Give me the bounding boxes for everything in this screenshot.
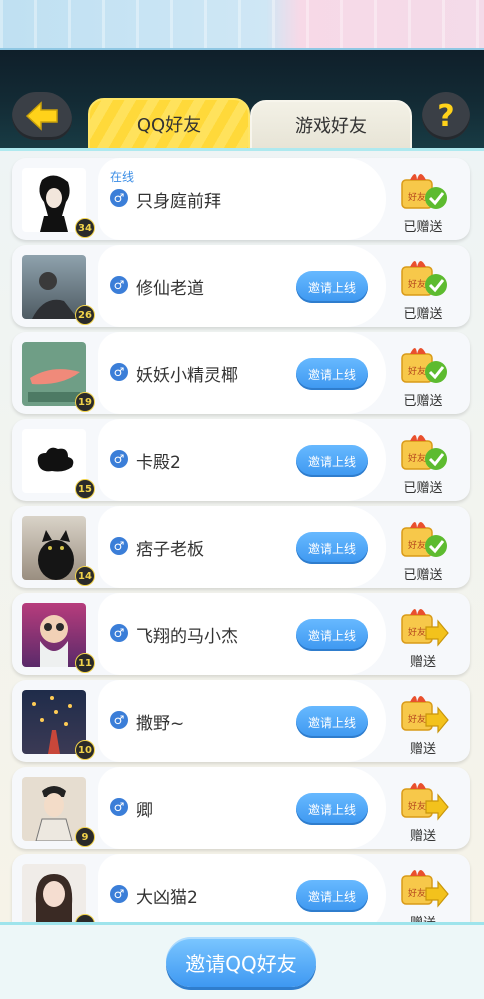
friend-row: 10 ♂ 撒野~ 邀请上线 好友 赠送 <box>12 680 470 762</box>
help-icon: ? <box>437 98 455 134</box>
svg-text:好友: 好友 <box>408 713 426 725</box>
invite-online-button[interactable]: 邀请上线 <box>296 358 368 390</box>
friend-name: 撒野~ <box>136 714 185 734</box>
gift-label[interactable]: 赠送 <box>388 651 458 670</box>
invite-online-button[interactable]: 邀请上线 <box>296 619 368 651</box>
male-icon: ♂ <box>110 189 128 207</box>
level-badge: 15 <box>75 479 95 499</box>
top-banner <box>0 0 484 50</box>
back-arrow-icon <box>25 101 58 131</box>
friend-row: 15 ♂ 卡殿2 邀请上线 好友 已赠送 <box>12 419 470 501</box>
back-button[interactable] <box>12 92 72 140</box>
male-icon: ♂ <box>110 798 128 816</box>
invite-online-button[interactable]: 邀请上线 <box>296 445 368 477</box>
svg-text:好友: 好友 <box>408 278 426 290</box>
help-button[interactable]: ? <box>422 92 470 140</box>
level-badge: 14 <box>75 566 95 586</box>
tab-game-friends-label: 游戏好友 <box>295 116 367 137</box>
invite-online-button[interactable]: 邀请上线 <box>296 532 368 564</box>
friend-name: 飞翔的马小杰 <box>136 627 238 647</box>
gift-label: 已赠送 <box>403 220 443 235</box>
online-status: 在线 <box>110 170 135 184</box>
gift-label[interactable]: 赠送 <box>388 738 458 757</box>
friend-name: 修仙老道 <box>136 279 204 299</box>
avatar <box>22 864 86 925</box>
invite-online-button[interactable]: 邀请上线 <box>296 271 368 303</box>
gift-send-icon[interactable]: 好友 <box>396 690 450 734</box>
gift-sent-icon: 好友 <box>401 261 447 296</box>
svg-text:好友: 好友 <box>408 452 426 464</box>
level-badge: 34 <box>75 218 95 238</box>
tab-game-friends[interactable]: 游戏好友 <box>250 100 412 150</box>
friend-row: 26 ♂ 修仙老道 邀请上线 好友 已赠送 <box>12 245 470 327</box>
svg-text:好友: 好友 <box>408 191 426 203</box>
invite-online-button[interactable]: 邀请上线 <box>296 793 368 825</box>
svg-text:好友: 好友 <box>408 626 426 638</box>
svg-text:好友: 好友 <box>408 365 426 377</box>
gift-label[interactable]: 赠送 <box>388 825 458 844</box>
friend-name: 大凶猫2 <box>136 888 198 908</box>
tab-qq-friends[interactable]: QQ好友 <box>88 98 250 150</box>
friend-name: 卿 <box>136 801 153 821</box>
invite-online-button[interactable]: 邀请上线 <box>296 706 368 738</box>
invite-online-button[interactable]: 邀请上线 <box>296 880 368 912</box>
svg-text:好友: 好友 <box>408 887 426 899</box>
male-icon: ♂ <box>110 363 128 381</box>
invite-qq-friends-button[interactable]: 邀请QQ好友 <box>166 937 316 987</box>
friend-row: 34 在线 ♂ 只身庭前拜 好友 已赠送 <box>12 158 470 240</box>
friend-name: 只身庭前拜 <box>136 192 221 212</box>
gift-sent-icon: 好友 <box>401 174 447 209</box>
gift-label: 已赠送 <box>403 568 443 583</box>
male-icon: ♂ <box>110 624 128 642</box>
level-badge: 10 <box>75 740 95 760</box>
gift-label: 已赠送 <box>403 481 443 496</box>
friend-name: 痞子老板 <box>136 540 204 560</box>
friend-row: 11 ♂ 飞翔的马小杰 邀请上线 好友 赠送 <box>12 593 470 675</box>
male-icon: ♂ <box>110 537 128 555</box>
gift-send-icon[interactable]: 好友 <box>396 603 450 647</box>
friend-name: 卡殿2 <box>136 453 181 473</box>
friend-row: 14 ♂ 痞子老板 邀请上线 好友 已赠送 <box>12 506 470 588</box>
level-badge: 9 <box>75 827 95 847</box>
level-badge: 26 <box>75 305 95 325</box>
gift-sent-icon: 好友 <box>401 348 447 383</box>
friend-row: 9 ♂ 卿 邀请上线 好友 赠送 <box>12 767 470 849</box>
gift-label: 已赠送 <box>403 394 443 409</box>
friend-row: ♂ 大凶猫2 邀请上线 好友 赠送 <box>12 854 470 925</box>
male-icon: ♂ <box>110 276 128 294</box>
svg-text:好友: 好友 <box>408 539 426 551</box>
gift-label: 已赠送 <box>403 307 443 322</box>
friend-name: 妖妖小精灵椰 <box>136 366 238 386</box>
gift-send-icon[interactable]: 好友 <box>396 864 450 908</box>
gift-sent-icon: 好友 <box>401 522 447 557</box>
svg-text:好友: 好友 <box>408 800 426 812</box>
level-badge: 11 <box>75 653 95 673</box>
male-icon: ♂ <box>110 450 128 468</box>
gift-sent-icon: 好友 <box>401 435 447 470</box>
friend-list[interactable]: 34 在线 ♂ 只身庭前拜 好友 已赠送 26 ♂ 修仙老道 邀请上线 好友 已… <box>0 148 484 925</box>
gift-send-icon[interactable]: 好友 <box>396 777 450 821</box>
tab-qq-friends-label: QQ好友 <box>136 115 202 136</box>
friend-row: 19 ♂ 妖妖小精灵椰 邀请上线 好友 已赠送 <box>12 332 470 414</box>
male-icon: ♂ <box>110 885 128 903</box>
level-badge: 19 <box>75 392 95 412</box>
male-icon: ♂ <box>110 711 128 729</box>
